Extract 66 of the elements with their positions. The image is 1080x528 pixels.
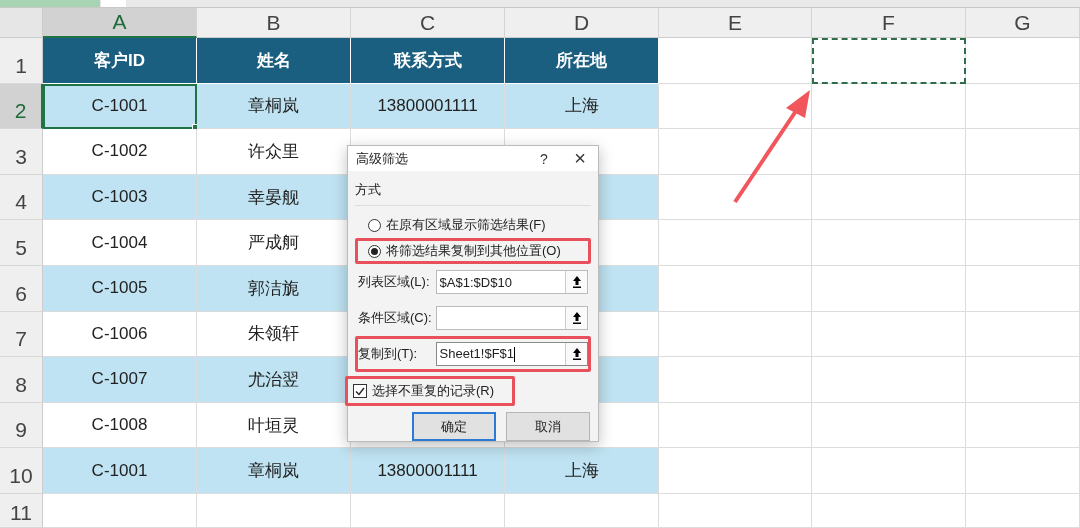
column-title-cell: 姓名: [197, 38, 351, 84]
table-cell: C-1007: [43, 357, 197, 403]
column-header[interactable]: G: [966, 8, 1080, 38]
cancel-button[interactable]: 取消: [506, 412, 590, 441]
range-input-field[interactable]: [435, 306, 588, 330]
table-cell: 章桐岚: [197, 83, 351, 130]
collapse-button[interactable]: [565, 271, 587, 293]
help-button[interactable]: ?: [526, 150, 562, 167]
field-label: 列表区域(L):: [358, 273, 431, 291]
section-label: 方式: [355, 181, 382, 199]
radio-button[interactable]: [368, 218, 381, 232]
column-title-cell: 客户ID: [43, 38, 197, 84]
ok-button[interactable]: 确定: [412, 412, 496, 441]
radio-option[interactable]: 在原有区域显示筛选结果(F): [358, 215, 588, 235]
table-cell: C-1003: [43, 174, 197, 221]
table-cell: 章桐岚: [197, 448, 351, 494]
row-header[interactable]: 6: [0, 265, 43, 312]
dialog-title: 高级筛选: [356, 149, 409, 168]
table-cell: C-1002: [43, 129, 197, 175]
column-header[interactable]: F: [812, 8, 966, 38]
radio-label: 在原有区域显示筛选结果(F): [386, 216, 546, 234]
collapse-button[interactable]: [565, 307, 587, 329]
radio-button[interactable]: [368, 244, 381, 258]
column-title-cell: 联系方式: [351, 38, 505, 84]
row-header[interactable]: 1: [0, 38, 43, 84]
field-label: 条件区域(C):: [358, 309, 433, 327]
table-cell: 13800001111: [351, 448, 505, 494]
table-cell: C-1001: [43, 83, 197, 130]
table-cell: C-1006: [43, 311, 197, 358]
collapse-button[interactable]: [565, 343, 587, 365]
column-header[interactable]: D: [505, 8, 659, 38]
row-header[interactable]: 7: [0, 311, 43, 358]
column-header[interactable]: E: [659, 8, 812, 38]
row-header[interactable]: 2: [0, 83, 43, 130]
unique-records-checkbox[interactable]: 选择不重复的记录(R): [348, 379, 512, 403]
column-header[interactable]: C: [351, 8, 505, 38]
table-cell: 上海: [505, 83, 659, 130]
table-cell: C-1008: [43, 402, 197, 449]
column-header[interactable]: A: [43, 8, 197, 38]
check-icon: [355, 386, 365, 396]
table-cell: C-1001: [43, 448, 197, 494]
up-arrow-icon: [571, 311, 582, 325]
row-header[interactable]: 10: [0, 448, 43, 494]
up-arrow-icon: [571, 275, 582, 289]
row-header[interactable]: 3: [0, 129, 43, 175]
table-cell: 13800001111: [351, 83, 505, 130]
radio-label: 将筛选结果复制到其他位置(O): [386, 242, 561, 260]
checkbox-label: 选择不重复的记录(R): [372, 382, 495, 400]
table-cell: 许众里: [197, 129, 351, 175]
table-cell: 上海: [505, 448, 659, 494]
range-input-field[interactable]: Sheet1!$F$1: [435, 342, 588, 366]
up-arrow-icon: [571, 347, 582, 361]
column-header[interactable]: B: [197, 8, 351, 38]
row-header[interactable]: 8: [0, 357, 43, 403]
checkbox[interactable]: [353, 384, 367, 398]
row-header[interactable]: 11: [0, 493, 43, 528]
row-header[interactable]: 4: [0, 174, 43, 221]
table-cell: C-1005: [43, 265, 197, 312]
radio-option[interactable]: 将筛选结果复制到其他位置(O): [358, 241, 588, 261]
table-cell: C-1004: [43, 220, 197, 266]
range-input-field[interactable]: $A$1:$D$10: [435, 270, 588, 294]
column-title-cell: 所在地: [505, 38, 659, 84]
row-header[interactable]: 5: [0, 220, 43, 266]
field-label: 复制到(T):: [358, 345, 419, 363]
row-header[interactable]: 9: [0, 402, 43, 449]
close-button[interactable]: ×: [562, 147, 598, 170]
